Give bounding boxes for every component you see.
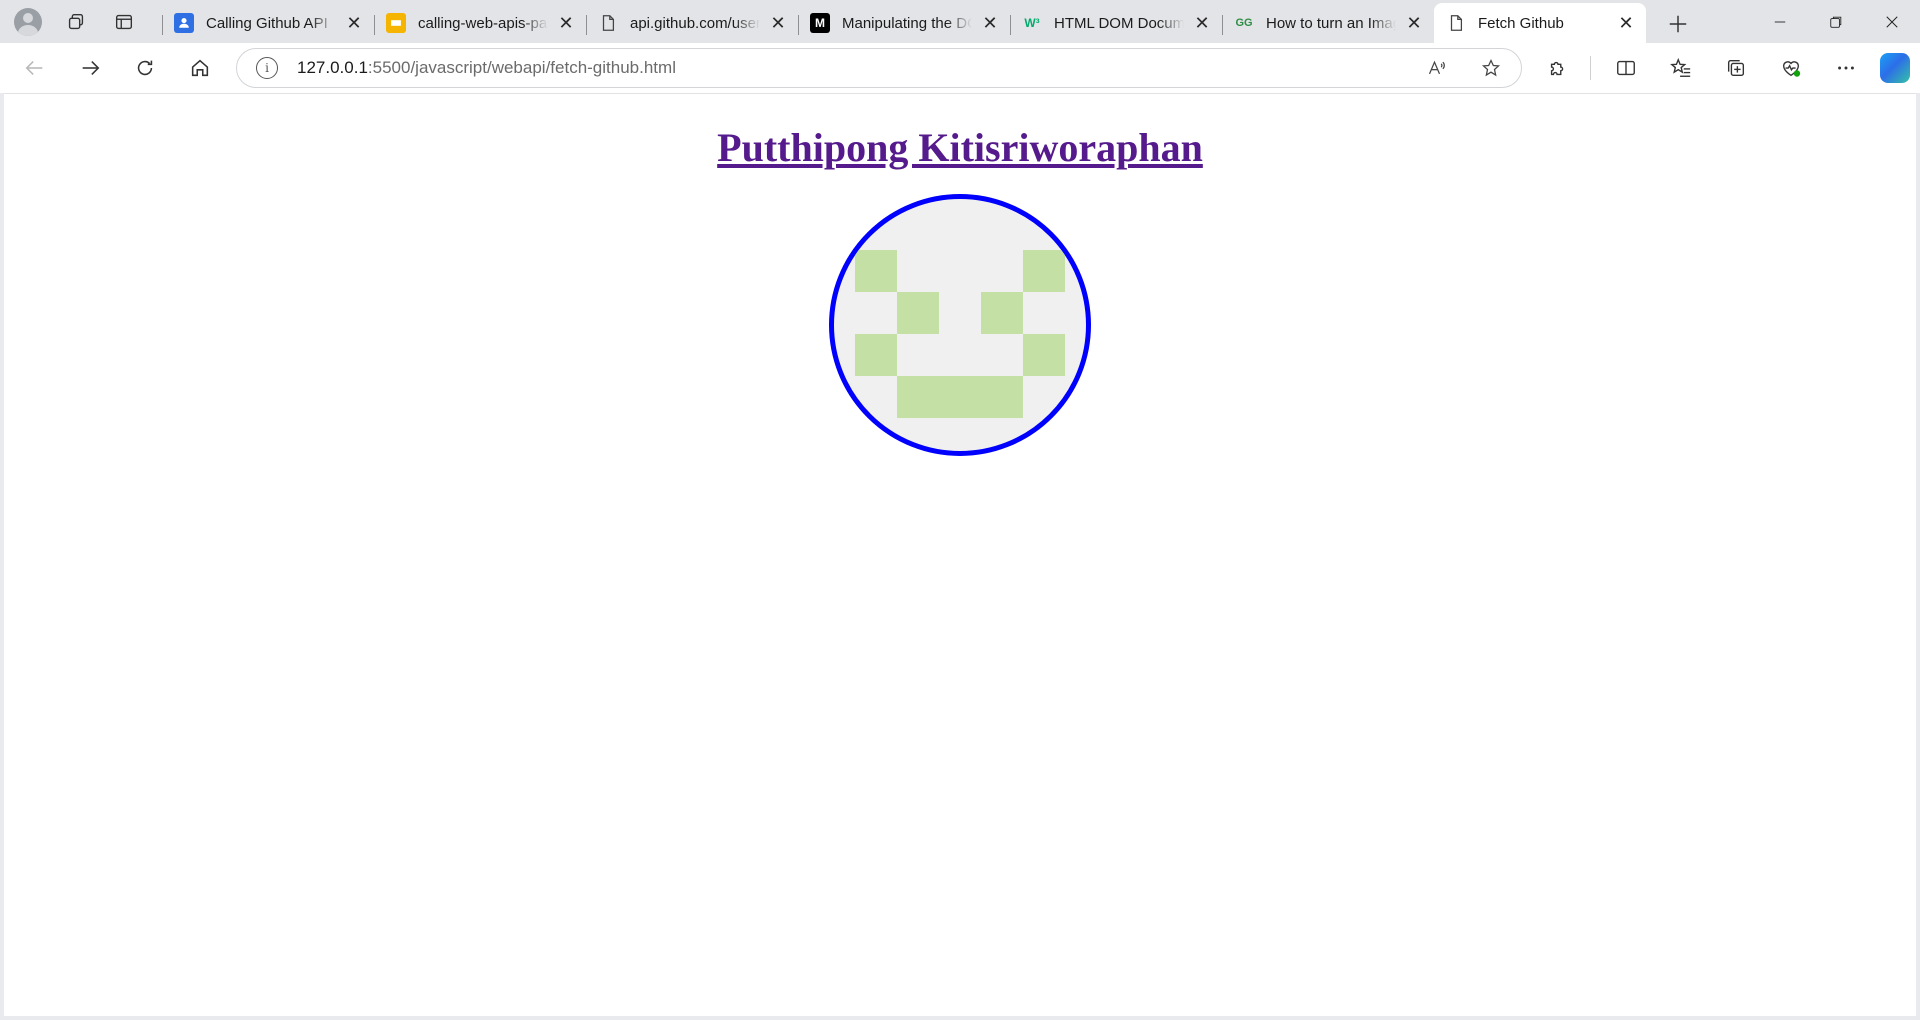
read-aloud-button[interactable]	[1419, 50, 1455, 86]
profile-avatar-icon	[14, 7, 42, 36]
browser-toolbar: i 127.0.0.1:5500/javascript/webapi/fetch…	[0, 43, 1920, 93]
collections-button[interactable]	[1716, 48, 1756, 88]
more-icon	[1838, 66, 1854, 70]
split-screen-button[interactable]	[1606, 48, 1646, 88]
arrow-left-icon	[25, 61, 43, 75]
favorite-button[interactable]	[1473, 50, 1509, 86]
browser-essentials-button[interactable]	[1771, 48, 1811, 88]
url-text[interactable]: 127.0.0.1:5500/javascript/webapi/fetch-g…	[297, 58, 676, 78]
restore-button[interactable]	[1808, 0, 1864, 43]
identicon-cell	[855, 334, 897, 376]
page-title: Putthipong Kitisriworaphan	[4, 124, 1916, 171]
refresh-icon	[137, 60, 153, 76]
minimize-button[interactable]	[1752, 0, 1808, 43]
avatar	[829, 194, 1091, 456]
identicon-cell	[1023, 250, 1065, 292]
tab-html-dom-document[interactable]: W³ HTML DOM Docume ✕	[1010, 3, 1222, 43]
close-window-button[interactable]	[1864, 0, 1920, 43]
tab-title: HTML DOM Docume	[1054, 14, 1184, 32]
heart-pulse-icon	[1782, 61, 1801, 77]
tab-close-icon[interactable]: ✕	[344, 13, 364, 33]
contact-icon	[174, 13, 194, 33]
tab-close-icon[interactable]: ✕	[980, 13, 1000, 33]
toolbar-right	[1523, 43, 1920, 93]
identicon-cell	[1023, 334, 1065, 376]
star-icon	[1481, 59, 1501, 77]
tab-strip: Calling Github API ✕ calling-web-apis-pa…	[0, 0, 1920, 43]
tab-close-icon[interactable]: ✕	[1404, 13, 1424, 33]
settings-more-button[interactable]	[1826, 48, 1866, 88]
identicon-cell	[855, 250, 897, 292]
read-aloud-icon	[1428, 60, 1445, 75]
collections-icon	[1727, 59, 1745, 77]
slides-icon	[386, 13, 406, 33]
tab-title: Fetch Github	[1478, 14, 1564, 32]
tab-title: api.github.com/users	[630, 14, 760, 32]
tab-title: calling-web-apis-par	[418, 14, 548, 32]
address-bar[interactable]: i 127.0.0.1:5500/javascript/webapi/fetch…	[236, 48, 1522, 88]
tab-close-icon[interactable]: ✕	[1616, 13, 1636, 33]
address-bar-actions	[1401, 49, 1509, 87]
document-icon	[598, 13, 618, 33]
profile-button[interactable]	[8, 4, 48, 40]
split-screen-icon	[1617, 60, 1635, 76]
tab-api-github-users[interactable]: api.github.com/users ✕	[586, 3, 798, 43]
site-info-icon[interactable]: i	[256, 57, 278, 79]
workspaces-icon	[68, 13, 84, 29]
tab-close-icon[interactable]: ✕	[1192, 13, 1212, 33]
tab-title: Calling Github API	[206, 14, 328, 32]
back-button[interactable]	[15, 48, 55, 88]
workspaces-button[interactable]	[56, 4, 96, 40]
tab-title: How to turn an Imag	[1266, 14, 1396, 32]
document-icon	[1446, 13, 1466, 33]
favorites-button[interactable]	[1661, 48, 1701, 88]
favorites-list-icon	[1670, 57, 1691, 77]
tab-calling-github-api[interactable]: Calling Github API ✕	[162, 3, 374, 43]
tab-title: Manipulating the DO	[842, 14, 972, 32]
plus-icon	[1669, 15, 1687, 32]
home-button[interactable]	[180, 48, 220, 88]
tab-manipulating-dom[interactable]: M Manipulating the DO ✕	[798, 3, 1010, 43]
minimize-icon	[1774, 21, 1786, 22]
tab-list: Calling Github API ✕ calling-web-apis-pa…	[162, 0, 1646, 43]
tab-close-icon[interactable]: ✕	[556, 13, 576, 33]
tab-actions-button[interactable]	[104, 4, 144, 40]
new-tab-button[interactable]	[1660, 6, 1696, 42]
close-icon	[1886, 15, 1898, 28]
copilot-icon[interactable]	[1880, 53, 1910, 83]
medium-icon: M	[810, 13, 830, 33]
w3-icon: W³	[1024, 16, 1040, 30]
identicon-cell	[897, 292, 939, 334]
arrow-right-icon	[82, 61, 100, 75]
gfg-icon: GG	[1235, 17, 1253, 29]
identicon-cell	[897, 376, 939, 418]
tab-fetch-github[interactable]: Fetch Github ✕	[1434, 3, 1646, 43]
tab-close-icon[interactable]: ✕	[768, 13, 788, 33]
identicon-cell	[981, 292, 1023, 334]
url-host: 127.0.0.1	[297, 58, 368, 77]
home-icon	[191, 59, 209, 77]
tab-actions-icon	[115, 14, 133, 29]
toolbar-divider	[1590, 56, 1591, 80]
github-profile-link[interactable]: Putthipong Kitisriworaphan	[717, 125, 1203, 170]
url-path: :5500/javascript/webapi/fetch-github.htm…	[367, 58, 676, 77]
refresh-button[interactable]	[125, 48, 165, 88]
identicon-cell	[939, 376, 981, 418]
window-controls	[1752, 0, 1920, 43]
restore-icon	[1830, 16, 1842, 28]
identicon-cell	[981, 376, 1023, 418]
extensions-button[interactable]	[1538, 48, 1578, 88]
tab-how-to-turn-image[interactable]: GG How to turn an Imag ✕	[1222, 3, 1434, 43]
page-viewport: Putthipong Kitisriworaphan	[4, 93, 1916, 1016]
forward-button[interactable]	[70, 48, 110, 88]
identicon-image	[855, 250, 1065, 418]
tab-calling-web-apis[interactable]: calling-web-apis-par ✕	[374, 3, 586, 43]
puzzle-icon	[1550, 61, 1564, 76]
